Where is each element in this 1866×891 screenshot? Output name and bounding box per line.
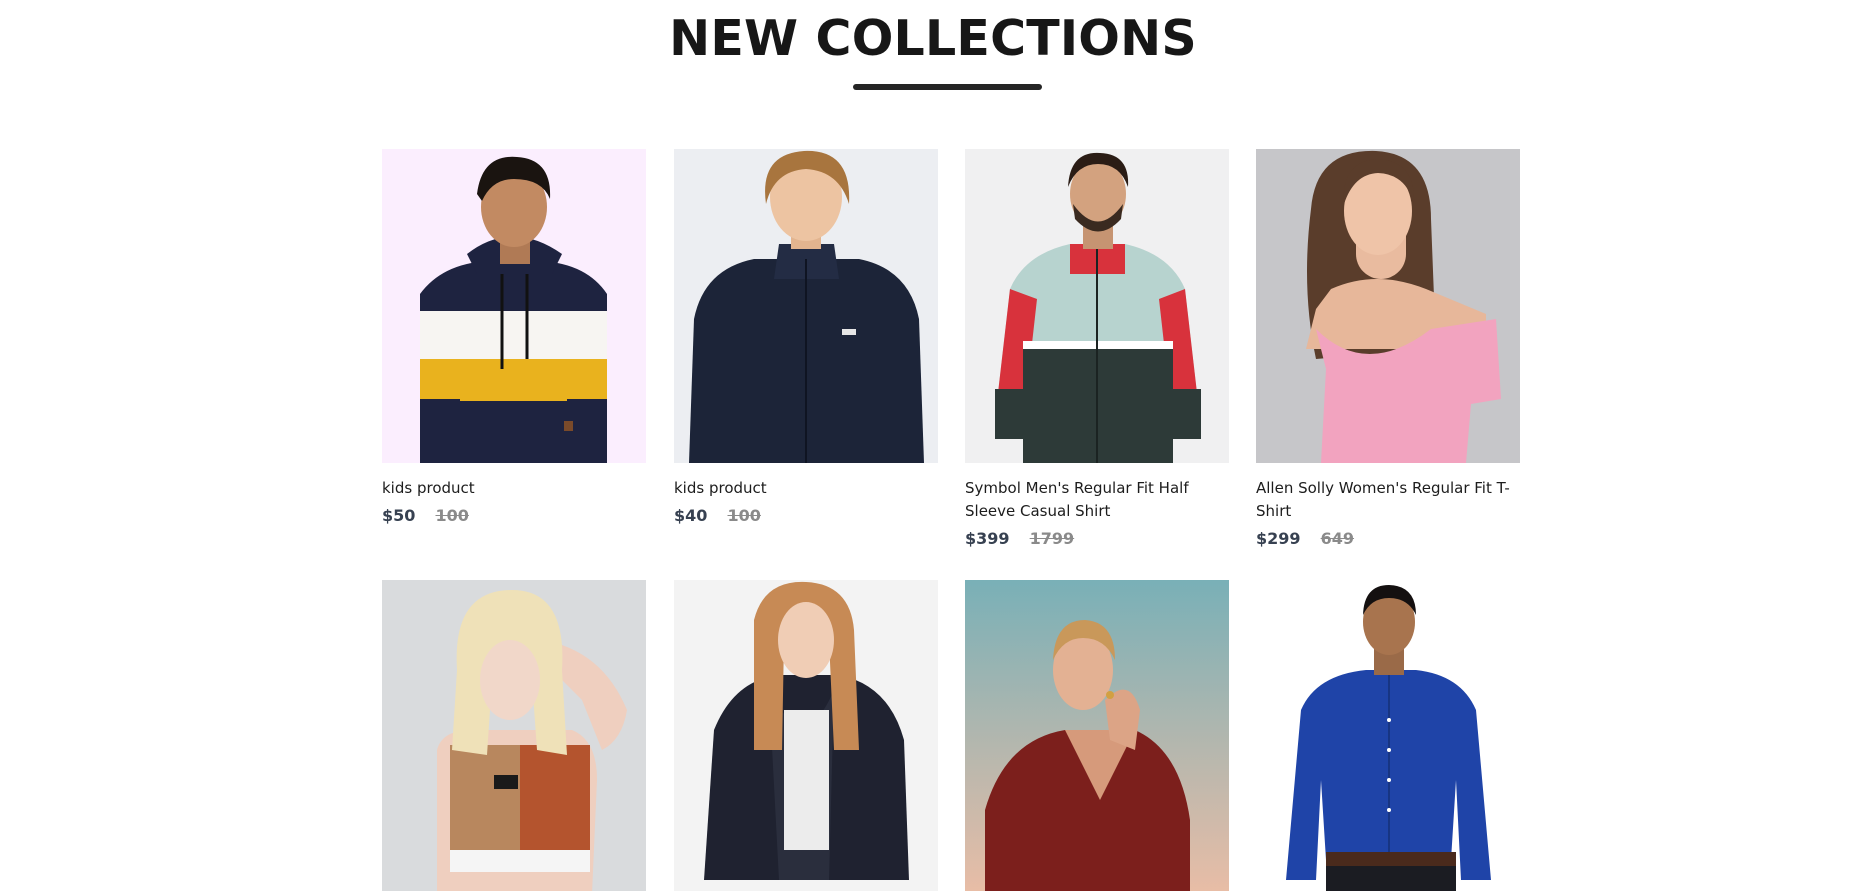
- man-colorblock-jacket-image: [965, 149, 1229, 463]
- man-blue-shirt-image: [1256, 580, 1520, 891]
- price-new: $50: [382, 506, 416, 525]
- product-card[interactable]: [1256, 580, 1520, 891]
- price-old: 100: [435, 506, 469, 525]
- price-old: 100: [727, 506, 761, 525]
- section-title: NEW COLLECTIONS: [669, 10, 1197, 67]
- product-card[interactable]: [965, 580, 1229, 891]
- product-card[interactable]: kids product $50 100: [382, 149, 646, 527]
- product-prices: $399 1799: [965, 528, 1229, 550]
- product-prices: $299 649: [1256, 528, 1520, 550]
- product-name[interactable]: kids product: [382, 477, 646, 500]
- product-image[interactable]: [1256, 580, 1520, 891]
- product-image[interactable]: [674, 149, 938, 463]
- product-card[interactable]: [674, 580, 938, 891]
- product-image[interactable]: [965, 580, 1229, 891]
- woman-red-check-top-image: [965, 580, 1229, 891]
- woman-fur-jacket-image: [674, 580, 938, 891]
- price-new: $299: [1256, 529, 1301, 548]
- woman-sports-crop-top-image: [382, 580, 646, 891]
- price-new: $40: [674, 506, 708, 525]
- product-image[interactable]: [382, 580, 646, 891]
- new-collections-section: NEW COLLECTIONS kids product $50 100 kid…: [0, 0, 1866, 891]
- woman-pink-top-image: [1256, 149, 1520, 463]
- product-card[interactable]: [382, 580, 646, 891]
- product-image[interactable]: [965, 149, 1229, 463]
- product-card[interactable]: kids product $40 100: [674, 149, 938, 527]
- boy-navy-jacket-image: [674, 149, 938, 463]
- product-card[interactable]: Symbol Men's Regular Fit Half Sleeve Cas…: [965, 149, 1229, 550]
- price-new: $399: [965, 529, 1010, 548]
- price-old: 1799: [1029, 529, 1075, 548]
- product-image[interactable]: [382, 149, 646, 463]
- boy-striped-hoodie-image: [382, 149, 646, 463]
- product-image[interactable]: [1256, 149, 1520, 463]
- product-card[interactable]: Allen Solly Women's Regular Fit T-Shirt …: [1256, 149, 1520, 550]
- price-old: 649: [1320, 529, 1355, 548]
- product-name[interactable]: Symbol Men's Regular Fit Half Sleeve Cas…: [965, 477, 1229, 523]
- product-name[interactable]: Allen Solly Women's Regular Fit T-Shirt: [1256, 477, 1520, 523]
- product-prices: $50 100: [382, 505, 646, 527]
- product-image[interactable]: [674, 580, 938, 891]
- product-prices: $40 100: [674, 505, 938, 527]
- title-underline: [853, 84, 1042, 90]
- product-name[interactable]: kids product: [674, 477, 938, 500]
